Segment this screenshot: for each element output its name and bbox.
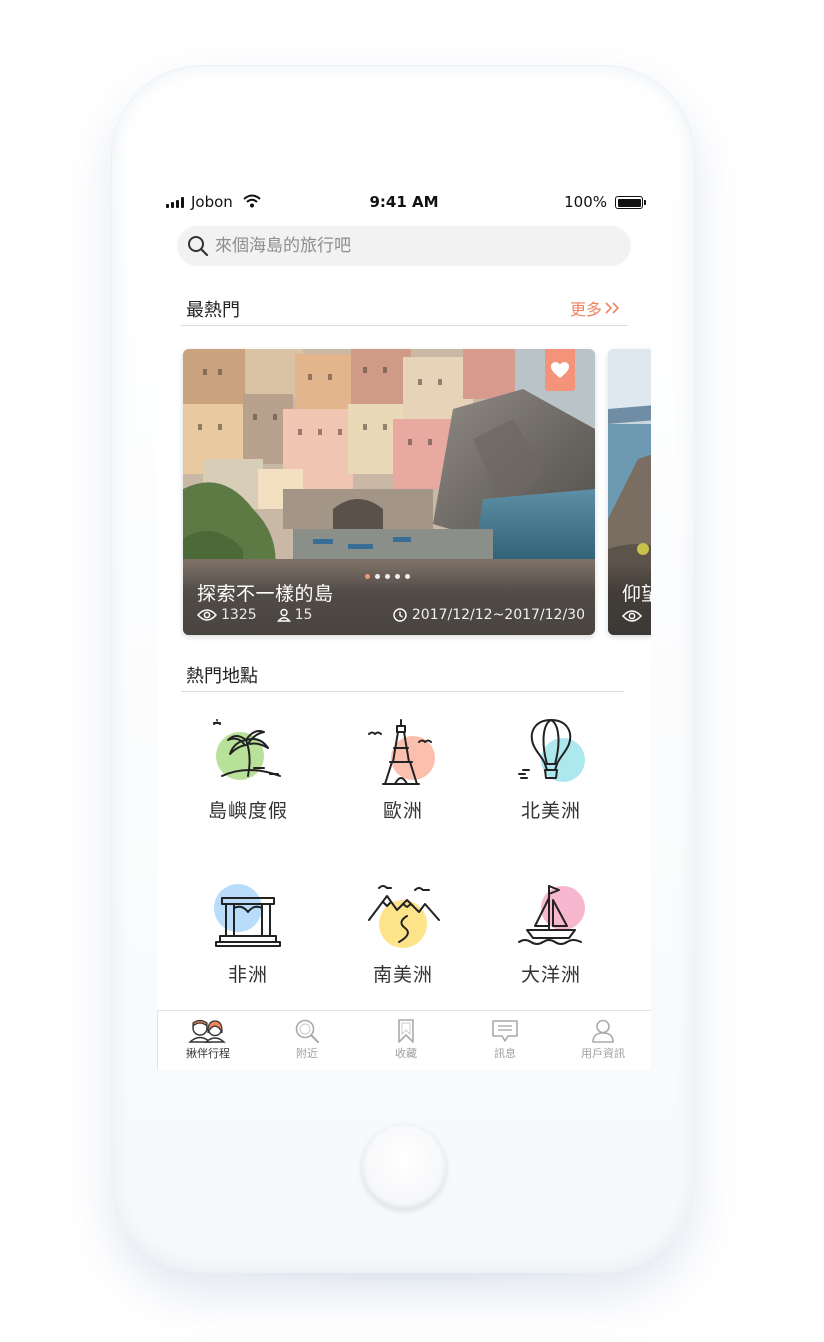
destination-label: 南美洲: [372, 964, 433, 986]
tab-label: 收藏: [395, 1047, 417, 1060]
destination-island[interactable]: 島嶼度假: [183, 718, 313, 848]
more-link[interactable]: 更多: [570, 296, 622, 320]
battery-icon: [615, 196, 646, 209]
tab-nearby[interactable]: 附近: [262, 1019, 352, 1061]
battery-percentage: 100%: [564, 193, 607, 211]
carousel-dot[interactable]: [385, 574, 390, 579]
hot-air-balloon-icon: [518, 719, 585, 782]
popular-title: 最熱門: [186, 300, 240, 321]
companions-icon: [188, 1019, 226, 1043]
hot-places-section-header: 熱門地點: [181, 652, 624, 692]
destination-label: 島嶼度假: [207, 800, 288, 822]
destination-label: 歐洲: [382, 800, 423, 822]
tab-companions[interactable]: 揪伴行程: [163, 1019, 253, 1061]
tab-user-info[interactable]: 用戶資訊: [558, 1019, 648, 1061]
destination-africa[interactable]: 非洲: [183, 882, 313, 1012]
next-card-title: 仰望: [622, 583, 651, 605]
sailboat-icon: [518, 885, 585, 945]
card-stats: 1325 15: [197, 607, 312, 623]
members-count: 15: [294, 607, 313, 623]
carousel-dot-active[interactable]: [365, 574, 370, 579]
carousel-indicator: [365, 574, 410, 579]
destination-north-america[interactable]: 北美洲: [486, 718, 616, 848]
popular-section-header: 最熱門 更多: [181, 286, 628, 326]
search-icon: [295, 1019, 319, 1043]
home-button[interactable]: [362, 1125, 446, 1209]
carousel-dot[interactable]: [405, 574, 410, 579]
carousel-dot[interactable]: [395, 574, 400, 579]
eye-icon: [622, 610, 642, 622]
next-trip-card[interactable]: 仰望: [608, 349, 651, 635]
clock-icon: [393, 608, 407, 622]
destination-label: 北美洲: [520, 800, 581, 822]
tab-favorites[interactable]: 收藏: [361, 1019, 451, 1061]
destination-south-america[interactable]: 南美洲: [338, 882, 468, 1012]
card-date: 2017/12/12~2017/12/30: [393, 607, 585, 623]
bookmark-icon: [398, 1019, 414, 1043]
destination-europe[interactable]: 歐洲: [338, 718, 468, 848]
search-icon: [188, 236, 209, 257]
date-range: 2017/12/12~2017/12/30: [411, 607, 585, 623]
tab-label: 揪伴行程: [186, 1047, 230, 1060]
eye-icon: [197, 609, 217, 621]
temple-icon: [214, 884, 281, 947]
tab-label: 附近: [296, 1047, 318, 1060]
carousel-dot[interactable]: [375, 574, 380, 579]
bottom-tab-bar: 揪伴行程 附近 收藏 訊息 用戶資訊: [157, 1010, 651, 1070]
palm-island-icon: [213, 719, 281, 780]
double-chevron-right-icon: [605, 302, 620, 314]
person-icon: [276, 608, 291, 622]
search-input[interactable]: [215, 226, 615, 266]
eiffel-tower-icon: [368, 719, 435, 785]
card-title: 探索不一樣的島: [197, 583, 334, 605]
featured-trip-card[interactable]: 探索不一樣的島 1325 15 2017/12/12~2017/12/30: [183, 349, 595, 635]
destination-label: 大洋洲: [520, 964, 581, 986]
hot-places-title: 熱門地點: [186, 666, 258, 687]
tab-label: 訊息: [494, 1047, 516, 1060]
destination-oceania[interactable]: 大洋洲: [486, 882, 616, 1012]
user-icon: [592, 1019, 614, 1043]
favorite-button[interactable]: [545, 349, 575, 391]
mountain-icon: [368, 885, 440, 948]
heart-icon: [551, 362, 569, 378]
search-bar[interactable]: [177, 226, 631, 266]
message-icon: [492, 1020, 518, 1042]
status-bar: Jobon 9:41 AM 100%: [157, 192, 651, 214]
more-label: 更多: [569, 300, 602, 319]
tab-label: 用戶資訊: [581, 1047, 625, 1060]
views-count: 1325: [221, 607, 257, 623]
tab-messages[interactable]: 訊息: [460, 1019, 550, 1061]
app-screen: Jobon 9:41 AM 100% 最熱門 更多: [157, 182, 651, 1070]
destination-label: 非洲: [227, 964, 268, 986]
